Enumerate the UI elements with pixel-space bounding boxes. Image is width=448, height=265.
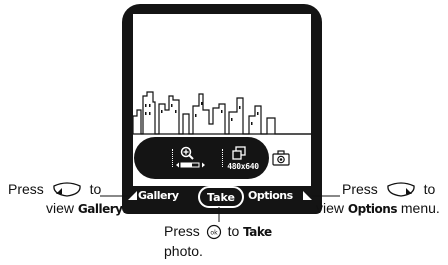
callout-text: Press	[164, 223, 200, 239]
resolution-icon	[232, 146, 246, 160]
callout-take: Press ok to Take photo.	[164, 222, 272, 261]
callout-text: .	[122, 200, 127, 216]
callout-text: to	[89, 181, 102, 197]
callout-text: Press	[342, 181, 378, 197]
callout-gallery: Press to view Gallery.	[8, 180, 126, 219]
callout-text: menu.	[400, 200, 440, 216]
softkey-gallery[interactable]: Gallery	[138, 189, 179, 202]
callout-key-gallery: Gallery	[77, 202, 123, 216]
left-softkey-arrow-icon	[128, 191, 137, 200]
softkey-options[interactable]: Options	[248, 189, 293, 202]
callout-text: view	[316, 200, 345, 216]
softkey-take[interactable]: Take	[198, 186, 244, 208]
viewfinder-indicator-bar	[134, 137, 269, 179]
callout-text: view	[46, 200, 75, 216]
zoom-in-icon	[180, 146, 194, 160]
callout-text: photo.	[164, 243, 203, 259]
callout-options: Press to view Options menu.	[316, 180, 440, 219]
callout-text: Press	[8, 181, 44, 197]
right-softkey-icon	[387, 182, 415, 197]
callout-text: to	[423, 181, 436, 197]
svg-text:ok: ok	[210, 230, 218, 237]
callout-key-take: Take	[243, 225, 272, 239]
callout-key-options: Options	[347, 202, 398, 216]
zoom-slider[interactable]	[176, 161, 206, 169]
left-softkey-icon	[53, 182, 81, 197]
indicator-divider	[172, 149, 173, 167]
camera-icon	[272, 150, 290, 166]
ok-key-icon: ok	[206, 224, 221, 240]
right-softkey-arrow-icon	[303, 191, 312, 200]
resolution-label: 480x640	[227, 162, 259, 171]
callout-text: to	[227, 223, 240, 239]
